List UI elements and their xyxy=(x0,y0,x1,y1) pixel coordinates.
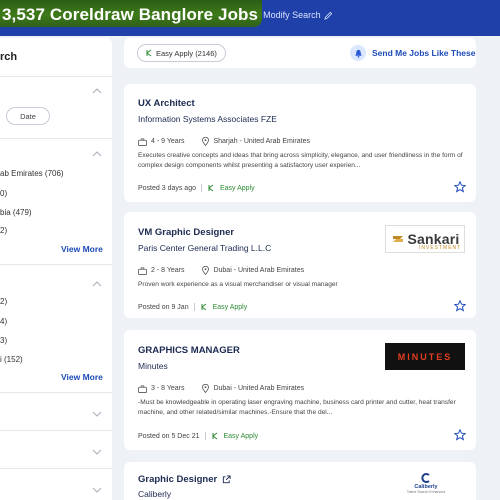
chevron-down-icon[interactable] xyxy=(92,487,102,493)
easy-apply-filter-chip[interactable]: Easy Apply (2146) xyxy=(137,44,226,62)
job-title-text: Graphic Designer xyxy=(138,474,218,485)
posted-row: Posted on 9 Jan Easy Apply xyxy=(138,303,247,311)
divider xyxy=(0,264,112,265)
job-card[interactable]: Graphic Designer Caliberly Caliberly Tal… xyxy=(124,462,476,500)
posted-row: Posted 3 days ago Easy Apply xyxy=(138,184,255,192)
company-logo[interactable]: MINUTES xyxy=(385,343,465,370)
job-meta: 4 - 9 Years Sharjah - United Arab Emirat… xyxy=(138,137,310,146)
location-text: Dubai - United Arab Emirates xyxy=(213,385,305,392)
location-pin-icon xyxy=(202,384,210,393)
modify-search-label: Modify Search xyxy=(263,10,321,20)
chevron-up-icon[interactable] xyxy=(92,88,102,94)
results-toolbar: Easy Apply (2146) Send Me Jobs Like Thes… xyxy=(124,38,476,68)
date-filter-chip[interactable]: Date xyxy=(6,107,50,125)
location-text: Dubai - United Arab Emirates xyxy=(213,267,305,274)
company-name[interactable]: Minutes xyxy=(138,361,168,371)
filter-option[interactable]: bia (479) xyxy=(0,208,32,217)
job-card[interactable]: UX Architect Information Systems Associa… xyxy=(124,84,476,202)
job-title-link[interactable]: UX Architect xyxy=(138,98,195,109)
job-card[interactable]: GRAPHICS MANAGER Minutes MINUTES 3 - 8 Y… xyxy=(124,330,476,450)
page-title: 3,537 Coreldraw Banglore Jobs xyxy=(2,5,259,24)
chevron-down-icon[interactable] xyxy=(92,411,102,417)
company-name[interactable]: Information Systems Associates FZE xyxy=(138,114,277,124)
page-header: 3,537 Coreldraw Banglore Jobs Modify Sea… xyxy=(0,0,339,30)
modify-search-link[interactable]: Modify Search xyxy=(263,10,333,20)
filter-option[interactable]: i (152) xyxy=(0,355,23,364)
star-icon[interactable] xyxy=(454,181,466,193)
location-pin-icon xyxy=(202,137,210,146)
easy-apply-label: Easy Apply xyxy=(220,184,255,192)
chevron-up-icon[interactable] xyxy=(92,281,102,287)
easy-apply-icon xyxy=(212,432,217,440)
filter-option[interactable]: 2) xyxy=(0,297,7,306)
star-icon[interactable] xyxy=(454,429,466,441)
job-title-link[interactable]: Graphic Designer xyxy=(138,474,231,485)
divider xyxy=(0,468,112,469)
logo-subtext: Talent Search Enhanced xyxy=(406,490,446,494)
posted-date: Posted on 5 Dec 21 xyxy=(138,432,200,440)
divider xyxy=(0,76,112,77)
divider xyxy=(0,138,112,139)
job-meta: 2 - 8 Years Dubai - United Arab Emirates xyxy=(138,266,304,275)
job-description: Proven work experience as a visual merch… xyxy=(138,281,338,288)
experience-text: 3 - 8 Years xyxy=(151,385,185,392)
job-title-link[interactable]: VM Graphic Designer xyxy=(138,227,234,238)
external-link-icon xyxy=(223,475,231,484)
filter-panel: rch Date ab Emirates (706) 0) bia (479) … xyxy=(0,38,112,500)
date-filter-label: Date xyxy=(20,111,36,121)
briefcase-icon xyxy=(138,384,147,393)
logo-subtext: INVESTMENT xyxy=(419,245,462,251)
posted-row: Posted on 5 Dec 21 Easy Apply xyxy=(138,432,258,440)
easy-apply-icon xyxy=(208,184,214,192)
company-name[interactable]: Paris Center General Trading L.L.C xyxy=(138,243,271,253)
pencil-icon xyxy=(323,11,332,20)
filter-option[interactable]: ab Emirates (706) xyxy=(0,169,64,178)
filter-option[interactable]: 3) xyxy=(0,336,7,345)
briefcase-icon xyxy=(138,266,147,275)
location-pin-icon xyxy=(202,266,210,275)
posted-date: Posted 3 days ago xyxy=(138,184,196,192)
job-description: -Must be knowledgeable in operating lase… xyxy=(138,399,456,417)
company-logo[interactable]: Caliberly Talent Search Enhanced xyxy=(403,468,449,498)
star-icon[interactable] xyxy=(454,300,466,312)
logo-text: MINUTES xyxy=(397,351,453,362)
experience-text: 4 - 9 Years xyxy=(151,138,185,145)
job-title-link[interactable]: GRAPHICS MANAGER xyxy=(138,345,240,356)
view-more-link[interactable]: View More xyxy=(61,244,103,254)
location-text: Sharjah - United Arab Emirates xyxy=(213,138,310,145)
chevron-down-icon[interactable] xyxy=(92,449,102,455)
divider xyxy=(0,430,112,431)
easy-apply-icon xyxy=(201,303,206,311)
filter-option[interactable]: 0) xyxy=(0,189,7,198)
caliberly-logo-icon xyxy=(421,473,430,483)
filter-option[interactable]: 2) xyxy=(0,226,7,235)
filter-option[interactable]: 4) xyxy=(0,317,7,326)
chevron-up-icon[interactable] xyxy=(92,151,102,157)
divider xyxy=(0,392,112,393)
briefcase-icon xyxy=(138,137,147,146)
send-jobs-link[interactable]: Send Me Jobs Like These xyxy=(372,48,475,58)
job-meta: 3 - 8 Years Dubai - United Arab Emirates xyxy=(138,384,304,393)
easy-apply-filter-label: Easy Apply (2146) xyxy=(156,48,217,58)
sankari-logo-icon xyxy=(392,236,403,242)
posted-date: Posted on 9 Jan xyxy=(138,303,189,311)
easy-apply-icon xyxy=(146,49,152,57)
search-heading: rch xyxy=(0,51,18,63)
company-name[interactable]: Caliberly xyxy=(138,489,171,499)
alert-bell[interactable] xyxy=(350,45,366,61)
job-card[interactable]: VM Graphic Designer Paris Center General… xyxy=(124,212,476,318)
job-description: Executes creative concepts and ideas tha… xyxy=(138,152,463,170)
experience-text: 2 - 8 Years xyxy=(151,267,185,274)
bell-icon xyxy=(354,49,362,58)
easy-apply-label: Easy Apply xyxy=(212,303,248,311)
easy-apply-label: Easy Apply xyxy=(223,432,259,440)
company-logo[interactable]: Sankari INVESTMENT xyxy=(385,225,465,253)
view-more-link[interactable]: View More xyxy=(61,372,103,382)
